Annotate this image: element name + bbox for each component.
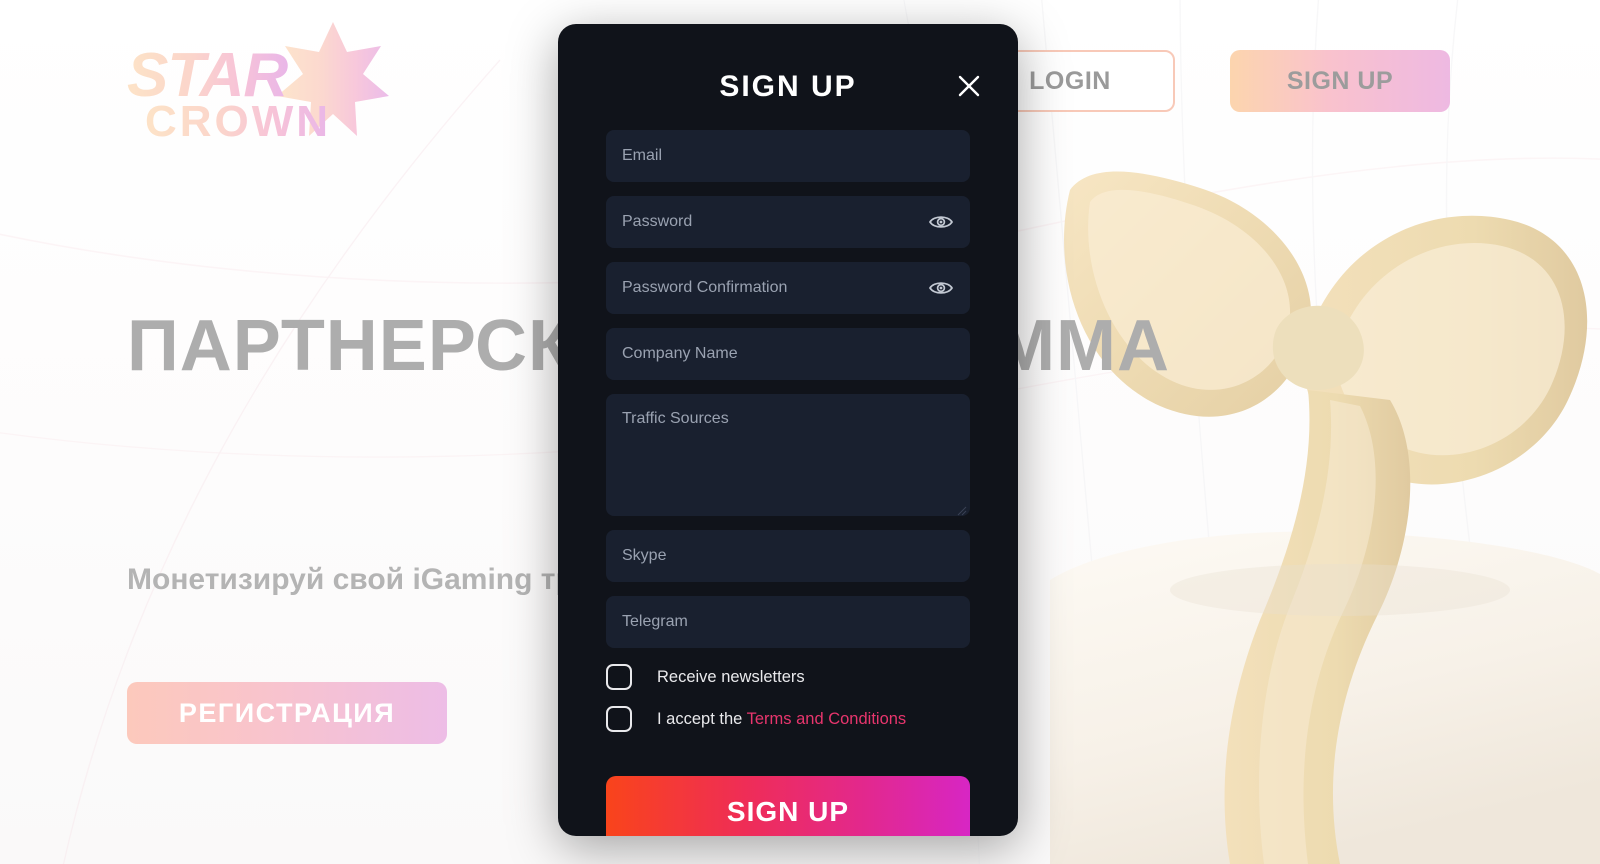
- svg-text:CROWN: CROWN: [145, 97, 331, 138]
- terms-and-conditions-link[interactable]: Terms and Conditions: [747, 710, 907, 728]
- gift-box-illustration: [1040, 150, 1600, 864]
- newsletter-checkbox-row: Receive newsletters: [606, 664, 970, 690]
- signup-form: Email Password Password Confirmation Com…: [606, 130, 970, 836]
- receive-newsletters-checkbox[interactable]: [606, 664, 632, 690]
- telegram-placeholder: Telegram: [622, 613, 688, 630]
- hero-register-button[interactable]: РЕГИСТРАЦИЯ: [127, 682, 447, 744]
- hero-register-label: РЕГИСТРАЦИЯ: [178, 697, 396, 728]
- password-confirmation-field[interactable]: Password Confirmation: [606, 262, 970, 314]
- skype-field[interactable]: Skype: [606, 530, 970, 582]
- modal-signup-submit-label: SIGN UP: [726, 796, 850, 827]
- brand-logo[interactable]: STAR CROWN: [127, 18, 405, 138]
- password-placeholder: Password: [622, 213, 693, 230]
- company-name-field[interactable]: Company Name: [606, 328, 970, 380]
- page-root: STAR CROWN LOGIN SIGN UP ПАРТНЕРСКАЯ ПРО…: [0, 0, 1600, 864]
- eye-icon[interactable]: [928, 209, 954, 235]
- header-login-label: LOGIN: [1029, 66, 1111, 95]
- textarea-resize-handle[interactable]: [957, 503, 967, 516]
- traffic-sources-field[interactable]: Traffic Sources: [606, 394, 970, 516]
- signup-modal: SIGN UP Email Password Password Confirma…: [558, 24, 1018, 836]
- skype-placeholder: Skype: [622, 547, 667, 564]
- email-placeholder: Email: [622, 147, 663, 164]
- password-field[interactable]: Password: [606, 196, 970, 248]
- telegram-field[interactable]: Telegram: [606, 596, 970, 648]
- modal-signup-submit-button[interactable]: SIGN UP: [606, 776, 970, 836]
- accept-terms-checkbox[interactable]: [606, 706, 632, 732]
- eye-icon[interactable]: [928, 275, 954, 301]
- close-icon[interactable]: [952, 69, 986, 103]
- company-name-placeholder: Company Name: [622, 345, 738, 362]
- header-signup-label: SIGN UP: [1286, 66, 1394, 95]
- email-field[interactable]: Email: [606, 130, 970, 182]
- receive-newsletters-label: Receive newsletters: [657, 667, 805, 686]
- modal-title: SIGN UP: [719, 70, 857, 103]
- header-signup-button[interactable]: SIGN UP: [1230, 50, 1450, 112]
- password-confirmation-placeholder: Password Confirmation: [622, 279, 788, 296]
- terms-checkbox-row: I accept the Terms and Conditions: [606, 706, 970, 732]
- traffic-sources-placeholder: Traffic Sources: [622, 410, 729, 427]
- accept-terms-label: I accept the Terms and Conditions: [657, 710, 906, 729]
- accept-terms-prefix: I accept the: [657, 709, 747, 728]
